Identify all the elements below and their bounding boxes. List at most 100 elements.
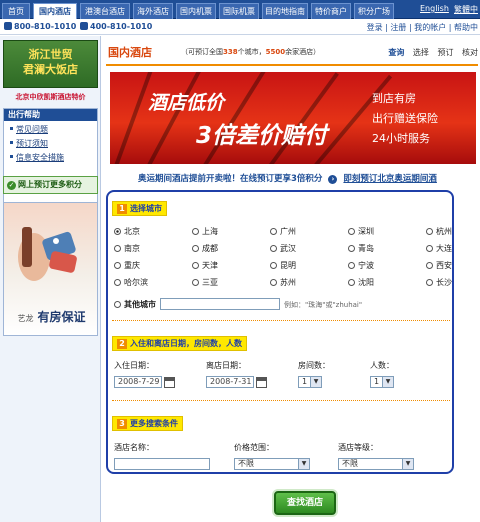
radio-icon bbox=[192, 262, 199, 269]
radio-city[interactable]: 深圳 bbox=[348, 226, 374, 237]
chevron-down-icon: ▼ bbox=[402, 459, 413, 469]
radio-icon bbox=[426, 228, 433, 235]
banner-feature-1: 到店有房 bbox=[372, 92, 416, 105]
tab-hk-macau-tw-hotels[interactable]: 港澳台酒店 bbox=[80, 3, 130, 19]
radio-city[interactable]: 宁波 bbox=[348, 260, 374, 271]
promo-caption[interactable]: 北京中欣凯斯酒店特价 bbox=[3, 92, 98, 102]
radio-icon bbox=[270, 279, 277, 286]
radio-city[interactable]: 南京 bbox=[114, 243, 140, 254]
radio-icon bbox=[114, 279, 121, 286]
check-icon: ✓ bbox=[7, 181, 16, 190]
radio-city[interactable]: 大连 bbox=[426, 243, 452, 254]
tab-home[interactable]: 首页 bbox=[2, 3, 30, 19]
radio-city[interactable]: 重庆 bbox=[114, 260, 140, 271]
phone-icon bbox=[4, 22, 12, 30]
radio-icon bbox=[192, 279, 199, 286]
banner-headline: 酒店低价 bbox=[148, 92, 225, 114]
section-dates: 2 入住和离店日期，房间数，人数 bbox=[112, 336, 247, 351]
people-label: 人数： bbox=[370, 361, 394, 370]
radio-city[interactable]: 北京 bbox=[114, 226, 140, 237]
help-link-security[interactable]: 信息安全措施 bbox=[10, 152, 97, 163]
radio-other-city[interactable]: 其他城市 bbox=[114, 299, 156, 310]
phone-main: 800-810-1010 bbox=[4, 22, 76, 31]
tab-domestic-flights[interactable]: 国内机票 bbox=[176, 3, 216, 19]
olympic-booking-link[interactable]: 即刻预订北京奥运期间酒 bbox=[343, 174, 437, 184]
price-guarantee-banner[interactable]: 酒店低价 3倍差价赔付 到店有房 出行赠送保险 24小时服务 bbox=[110, 72, 476, 164]
section-select-city: 1 选择城市 bbox=[112, 201, 167, 216]
radio-icon bbox=[114, 262, 121, 269]
search-hotels-button[interactable]: 查找酒店 bbox=[274, 491, 336, 515]
other-city-hint: 例如："珠海"或"zhuhai" bbox=[284, 301, 363, 309]
guarantee-label: 艺龙 有房保证 bbox=[17, 310, 86, 324]
phone-bar: 800-810-1010 400-810-1010 登录 | 注册 | 我的帐户… bbox=[0, 20, 480, 35]
radio-icon bbox=[426, 279, 433, 286]
room-guarantee-ad[interactable]: 艺龙 有房保证 bbox=[3, 202, 98, 336]
chevron-down-icon: ▼ bbox=[310, 377, 321, 387]
star-rating-select[interactable]: 不限 ▼ bbox=[338, 458, 414, 470]
radio-icon bbox=[114, 228, 121, 235]
radio-city[interactable]: 苏州 bbox=[270, 277, 296, 288]
bullet-icon bbox=[10, 127, 13, 130]
tab-destination-guide[interactable]: 目的地指南 bbox=[262, 3, 308, 19]
help-link-faq[interactable]: 常见问题 bbox=[10, 124, 97, 135]
promo-hotel-banner[interactable]: 浙江世贸 君澜大饭店 bbox=[3, 40, 98, 88]
price-range-select[interactable]: 不限 ▼ bbox=[234, 458, 310, 470]
tab-special-merchants[interactable]: 特价商户 bbox=[311, 3, 351, 19]
top-nav: 首页 国内酒店 港澳台酒店 海外酒店 国内机票 国际机票 目的地指南 特价商户 … bbox=[0, 0, 480, 19]
radio-city[interactable]: 天津 bbox=[192, 260, 218, 271]
traditional-chinese-link[interactable]: 繁體中 bbox=[454, 4, 478, 15]
banner-subheadline: 3倍差价赔付 bbox=[196, 123, 328, 149]
account-links[interactable]: 登录 | 注册 | 我的帐户 | 帮助中 bbox=[367, 22, 478, 33]
radio-icon bbox=[348, 262, 355, 269]
calendar-icon[interactable] bbox=[256, 377, 267, 388]
people-select[interactable]: 1 ▼ bbox=[370, 376, 394, 388]
help-title: 出行帮助 bbox=[4, 109, 97, 121]
calendar-icon[interactable] bbox=[164, 377, 175, 388]
radio-icon bbox=[348, 228, 355, 235]
checkout-label: 离店日期： bbox=[206, 361, 246, 370]
checkout-date-input[interactable]: 2008-7-31 bbox=[206, 376, 254, 388]
help-link-booking-notes[interactable]: 预订须知 bbox=[10, 138, 97, 149]
tab-intl-flights[interactable]: 国际机票 bbox=[219, 3, 259, 19]
hotel-search-form: 1 选择城市 北京 上海 广州 深圳 杭州南京 成都 武汉 青岛 大连重庆 天津 昆明 宁波 西安哈尔滨 三… bbox=[106, 190, 454, 474]
radio-icon bbox=[270, 262, 277, 269]
rooms-select[interactable]: 1 ▼ bbox=[298, 376, 322, 388]
tab-overseas-hotels[interactable]: 海外酒店 bbox=[133, 3, 173, 19]
step-book: 预订 bbox=[437, 48, 454, 57]
radio-city[interactable]: 沈阳 bbox=[348, 277, 374, 288]
points-banner[interactable]: ✓ 网上预订更多积分 bbox=[3, 176, 98, 194]
hotel-name-label: 酒店名称： bbox=[114, 443, 154, 452]
radio-city[interactable]: 西安 bbox=[426, 260, 452, 271]
radio-city[interactable]: 上海 bbox=[192, 226, 218, 237]
radio-city[interactable]: 青岛 bbox=[348, 243, 374, 254]
radio-icon bbox=[192, 245, 199, 252]
radio-icon bbox=[426, 262, 433, 269]
tab-domestic-hotels[interactable]: 国内酒店 bbox=[33, 3, 77, 19]
other-city-input[interactable] bbox=[160, 298, 280, 310]
radio-city[interactable]: 三亚 bbox=[192, 277, 218, 288]
step-select: 选择 bbox=[412, 48, 429, 57]
radio-city[interactable]: 昆明 bbox=[270, 260, 296, 271]
radio-city[interactable]: 长沙 bbox=[426, 277, 452, 288]
radio-city[interactable]: 杭州 bbox=[426, 226, 452, 237]
banner-feature-3: 24小时服务 bbox=[372, 132, 430, 145]
hotel-name-input[interactable] bbox=[114, 458, 210, 470]
english-link[interactable]: English bbox=[420, 4, 449, 13]
radio-icon bbox=[348, 245, 355, 252]
olympic-promo: 奥运期间酒店提前开卖啦！在线预订更享3倍积分 › 即刻预订北京奥运期间酒 bbox=[138, 174, 437, 184]
radio-icon bbox=[270, 245, 277, 252]
checkin-label: 入住日期： bbox=[114, 361, 154, 370]
tab-points-plaza[interactable]: 积分广场 bbox=[354, 3, 394, 19]
radio-icon bbox=[426, 245, 433, 252]
radio-city[interactable]: 哈尔滨 bbox=[114, 277, 148, 288]
page-title: 国内酒店 bbox=[108, 46, 152, 59]
page-header: 国内酒店 （可预订全国338个城市，5500余家酒店） 查询 选择 预订 核对 bbox=[106, 40, 478, 66]
chevron-down-icon: ▼ bbox=[382, 377, 393, 387]
radio-city[interactable]: 武汉 bbox=[270, 243, 296, 254]
radio-city[interactable]: 成都 bbox=[192, 243, 218, 254]
booking-steps: 查询 选择 预订 核对 bbox=[382, 47, 478, 58]
radio-city[interactable]: 广州 bbox=[270, 226, 296, 237]
price-range-label: 价格范围： bbox=[234, 443, 274, 452]
checkin-date-input[interactable]: 2008-7-29 bbox=[114, 376, 162, 388]
page-subtitle: （可预订全国338个城市，5500余家酒店） bbox=[181, 48, 321, 56]
